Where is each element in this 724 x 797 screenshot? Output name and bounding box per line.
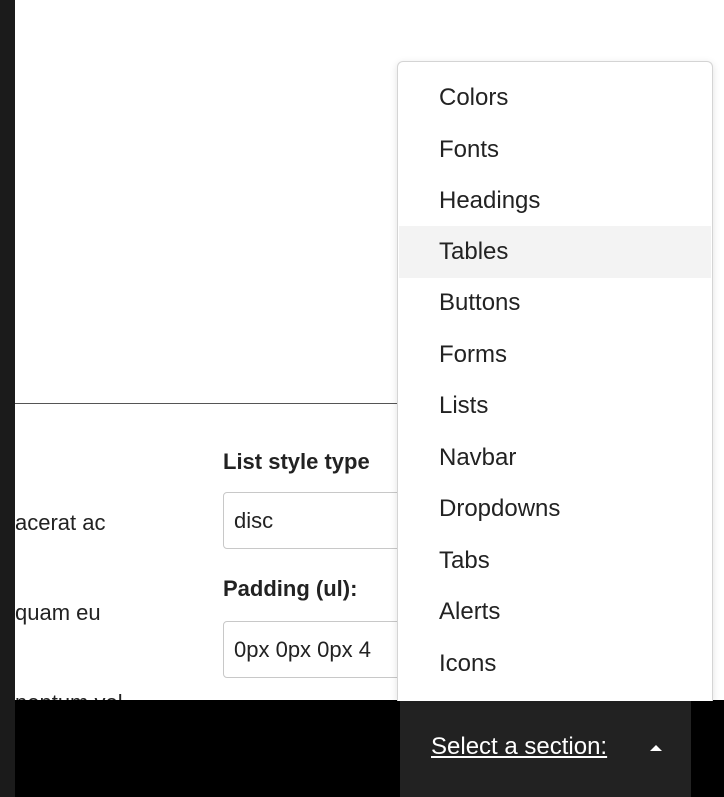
menu-item-navbar[interactable]: Navbar [399, 432, 711, 484]
menu-item-fonts[interactable]: Fonts [399, 124, 711, 176]
menu-item-icons[interactable]: Icons [399, 638, 711, 690]
menu-item-headings[interactable]: Headings [399, 175, 711, 227]
menu-item-colors[interactable]: Colors [399, 72, 711, 124]
menu-item-buttons[interactable]: Buttons [399, 277, 711, 329]
padding-ul-label: Padding (ul): [223, 576, 358, 601]
list-style-type-input[interactable] [223, 492, 423, 549]
menu-item-dropdowns[interactable]: Dropdowns [399, 483, 711, 535]
menu-item-lists[interactable]: Lists [399, 380, 711, 432]
body-text-line: acerat ac [15, 510, 106, 535]
padding-ul-input[interactable] [223, 621, 423, 678]
menu-item-alerts[interactable]: Alerts [399, 586, 711, 638]
select-section-label[interactable]: Select a section: [431, 733, 607, 761]
section-dropdown-menu: Colors Fonts Headings Tables Buttons For… [397, 61, 713, 701]
body-text-line: quam eu [15, 600, 101, 625]
left-sidebar-strip [0, 0, 15, 797]
section-divider [15, 403, 415, 404]
menu-item-tables[interactable]: Tables [399, 226, 711, 278]
caret-up-icon [650, 745, 662, 751]
menu-item-tabs[interactable]: Tabs [399, 535, 711, 587]
menu-item-forms[interactable]: Forms [399, 329, 711, 381]
list-style-type-label: List style type [223, 449, 370, 474]
